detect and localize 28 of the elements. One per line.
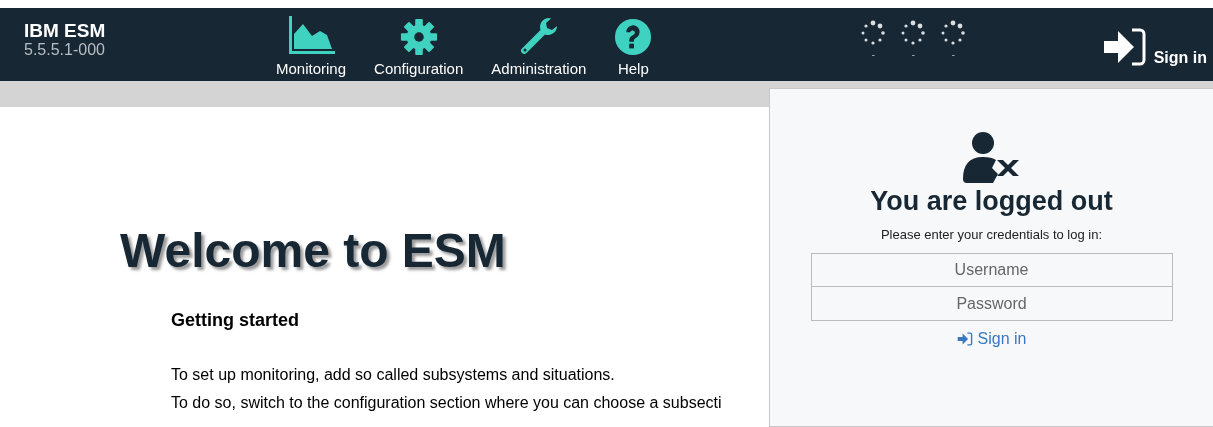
loading-spinner-icon (900, 20, 927, 46)
popup-prompt: Please enter your credentials to log in: (880, 227, 1103, 242)
nav-item[interactable]: Administration (477, 16, 601, 81)
wrench-icon (518, 16, 559, 56)
app-title: IBM ESM (24, 20, 107, 41)
sign-in-link[interactable]: Sign in (950, 329, 1033, 349)
help-icon (614, 18, 653, 56)
paragraph-text: To do so, switch to the configuration section where you can choose a subsecti (171, 393, 723, 413)
indicator-value: - (871, 48, 876, 60)
loading-spinner-icon (860, 20, 887, 46)
indicator-value: - (951, 48, 956, 60)
paragraph-text: To set up monitoring, add so called subsystems and situations. (171, 365, 616, 385)
sign-in-icon (1101, 27, 1148, 67)
welcome-heading: Welcome to ESM (120, 223, 507, 279)
nav-item[interactable]: Configuration (360, 18, 478, 81)
section-heading: Getting started (171, 309, 300, 331)
sign-in-icon (956, 332, 973, 346)
nav-item[interactable]: Monitoring (262, 16, 361, 81)
area-chart-icon (287, 16, 335, 56)
password-field[interactable]: Password (810, 287, 1173, 321)
gear-icon (399, 18, 438, 56)
sign-in-button[interactable]: Sign in (1101, 8, 1213, 81)
app-version: 5.5.5.1-000 (24, 41, 106, 59)
nav-item[interactable]: Help (600, 18, 667, 81)
indicator-value: - (911, 48, 916, 60)
username-field[interactable]: Username (810, 253, 1173, 287)
popup-title: You are logged out (870, 185, 1113, 217)
loading-spinner-icon (940, 20, 967, 46)
